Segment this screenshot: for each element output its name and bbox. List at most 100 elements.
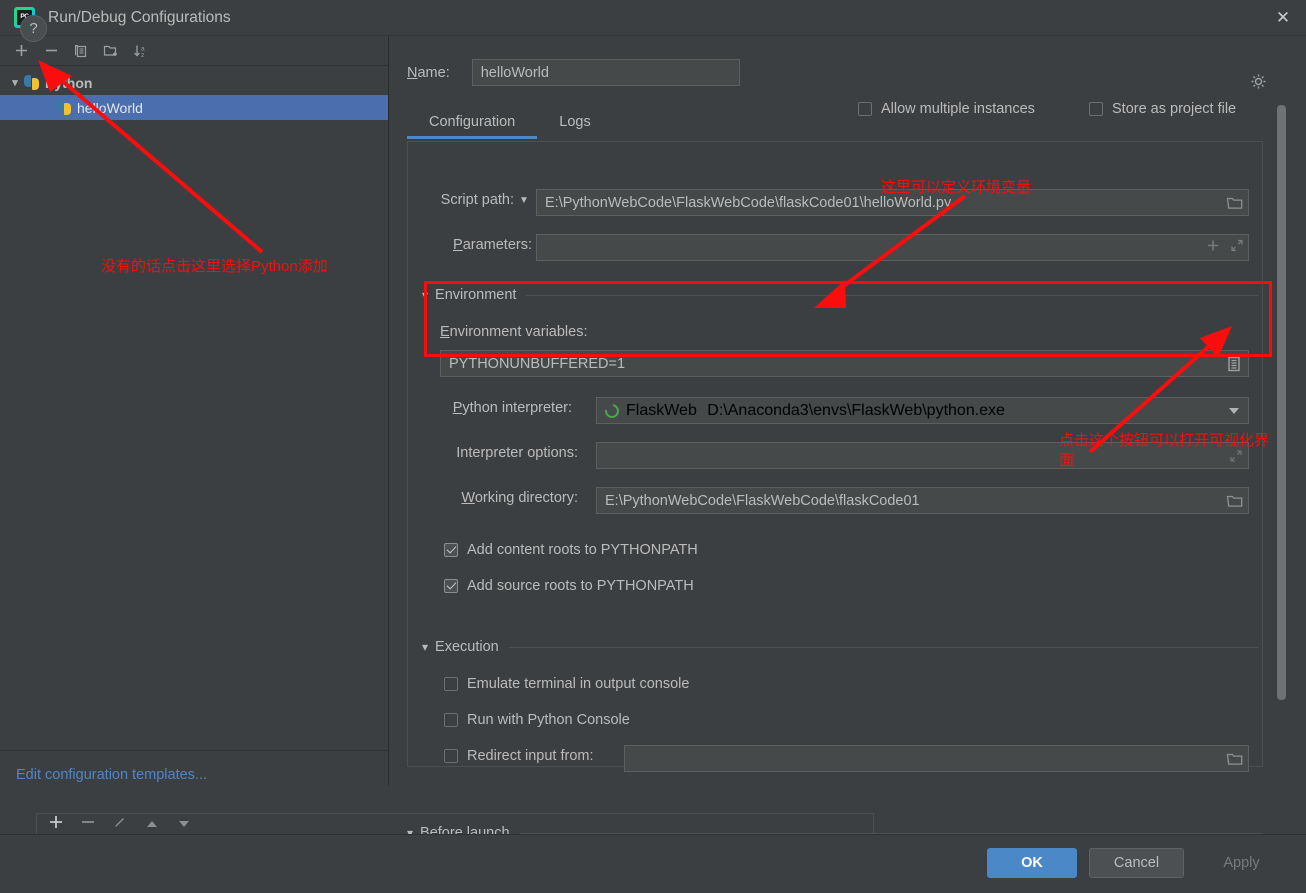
tree-group-label: Python	[45, 74, 93, 91]
checkbox-box	[444, 749, 458, 763]
add-content-roots-checkbox[interactable]: Add content roots to PYTHONPATH	[444, 542, 698, 558]
emulate-terminal-label: Emulate terminal in output console	[467, 676, 690, 692]
before-launch-edit-button[interactable]	[113, 815, 127, 834]
parameters-field[interactable]	[536, 234, 1249, 261]
execution-section-header[interactable]: ▾ Execution	[422, 639, 1258, 655]
checkbox-box	[444, 713, 458, 727]
cancel-button[interactable]: Cancel	[1089, 848, 1184, 878]
before-launch-remove-button[interactable]	[81, 815, 95, 834]
name-input[interactable]	[471, 59, 740, 86]
sort-configurations-button[interactable]: a z	[126, 38, 156, 64]
redirect-input-field[interactable]	[624, 745, 1249, 772]
remove-configuration-button[interactable]	[36, 38, 66, 64]
environment-section-header[interactable]: ▾ Environment	[422, 287, 1258, 303]
edit-templates-row: Edit configuration templates...	[0, 750, 389, 798]
parameters-row: Parameters:	[422, 237, 532, 253]
add-content-roots-label: Add content roots to PYTHONPATH	[467, 542, 698, 558]
before-launch-toolbar	[36, 813, 874, 835]
help-button[interactable]: ?	[20, 15, 47, 42]
window-title: Run/Debug Configurations	[48, 8, 231, 26]
tree-item-label: helloWorld	[77, 99, 143, 116]
python-interpreter-path: D:\Anaconda3\envs\FlaskWeb\python.exe	[707, 401, 1005, 419]
environment-section-label: Environment	[435, 287, 517, 303]
checkbox-box	[444, 543, 458, 557]
configurations-sidebar: a z ▾ Python helloWorld	[0, 36, 389, 786]
close-icon[interactable]: ✕	[1260, 0, 1306, 36]
folder-icon[interactable]	[1226, 751, 1243, 766]
parameters-icons	[1206, 238, 1244, 257]
add-source-roots-label: Add source roots to PYTHONPATH	[467, 578, 694, 594]
working-directory-value: E:\PythonWebCode\FlaskWebCode\flaskCode0…	[605, 492, 920, 509]
working-directory-field[interactable]: E:\PythonWebCode\FlaskWebCode\flaskCode0…	[596, 487, 1249, 514]
expand-icon[interactable]	[1230, 238, 1244, 257]
environment-variables-field[interactable]: PYTHONUNBUFFERED=1	[440, 350, 1249, 377]
redirect-input-label: Redirect input from:	[467, 748, 594, 764]
new-folder-button[interactable]	[96, 38, 126, 64]
python-icon	[24, 75, 39, 90]
editor-tabs: Configuration Logs	[407, 108, 1287, 139]
environment-variables-value: PYTHONUNBUFFERED=1	[449, 355, 626, 372]
vertical-scrollbar[interactable]	[1277, 105, 1286, 700]
tab-configuration[interactable]: Configuration	[407, 108, 538, 139]
tab-label: Logs	[559, 114, 591, 130]
run-with-python-console-checkbox[interactable]: Run with Python Console	[444, 712, 630, 728]
environment-variables-label-row: Environment variables:	[440, 324, 588, 340]
configurations-tree: ▾ Python helloWorld	[0, 66, 388, 120]
tree-item-helloworld[interactable]: helloWorld	[0, 95, 388, 120]
python-interpreter-dropdown[interactable]: FlaskWeb D:\Anaconda3\envs\FlaskWeb\pyth…	[596, 397, 1249, 424]
python-interpreter-label: Python interpreter:	[452, 400, 572, 416]
section-divider	[508, 646, 1258, 648]
checkbox-box	[444, 677, 458, 691]
python-interpreter-value: FlaskWeb D:\Anaconda3\envs\FlaskWeb\pyth…	[626, 402, 1005, 420]
emulate-terminal-checkbox[interactable]: Emulate terminal in output console	[444, 676, 689, 692]
redirect-input-checkbox[interactable]: Redirect input from:	[444, 748, 594, 764]
chevron-down-icon: ▾	[422, 640, 429, 654]
name-label: Name:	[407, 64, 450, 81]
script-path-dropdown-icon[interactable]: ▼	[519, 195, 529, 206]
tab-label: Configuration	[429, 114, 516, 130]
chevron-down-icon	[1229, 407, 1239, 414]
ok-button[interactable]: OK	[987, 848, 1077, 878]
run-with-python-console-label: Run with Python Console	[467, 712, 630, 728]
section-divider	[526, 294, 1258, 296]
add-source-roots-checkbox[interactable]: Add source roots to PYTHONPATH	[444, 578, 694, 594]
copy-configuration-button[interactable]	[66, 38, 96, 64]
parameters-label: Parameters:	[453, 237, 532, 253]
checkbox-box	[444, 579, 458, 593]
gear-icon[interactable]	[1250, 73, 1268, 91]
before-launch-move-up-button[interactable]	[145, 816, 159, 834]
python-interpreter-row: Python interpreter:	[422, 400, 572, 416]
working-directory-row: Working directory:	[422, 490, 578, 506]
environment-variables-label: Environment variables:	[440, 324, 588, 340]
python-icon	[56, 100, 71, 115]
title-bar: PC Run/Debug Configurations ✕	[0, 0, 1306, 36]
edit-configuration-templates-link[interactable]: Edit configuration templates...	[16, 767, 207, 783]
tab-logs[interactable]: Logs	[537, 108, 612, 139]
chevron-down-icon: ▾	[12, 77, 18, 89]
before-launch-add-button[interactable]	[49, 815, 63, 834]
run-debug-configurations-dialog: PC Run/Debug Configurations ✕	[0, 0, 1306, 893]
svg-text:z: z	[141, 52, 144, 59]
script-path-label: Script path:	[440, 192, 514, 208]
plus-icon[interactable]	[1206, 238, 1220, 257]
name-row: Name:	[407, 59, 740, 86]
interpreter-options-field[interactable]	[596, 442, 1249, 469]
tree-group-python[interactable]: ▾ Python	[0, 70, 388, 95]
folder-icon[interactable]	[1226, 493, 1243, 508]
before-launch-move-down-button[interactable]	[177, 816, 191, 834]
chevron-down-icon: ▾	[422, 288, 429, 302]
folder-icon[interactable]	[1226, 195, 1243, 210]
conda-env-icon	[602, 400, 622, 421]
list-edit-icon[interactable]	[1225, 355, 1243, 373]
configuration-form: Script path: ▼ E:\PythonWebCode\FlaskWeb…	[407, 142, 1263, 772]
script-path-row: Script path: ▼	[422, 192, 529, 208]
working-directory-label: Working directory:	[461, 490, 578, 506]
expand-icon[interactable]	[1229, 449, 1243, 463]
configuration-editor-panel: Name: Allow multiple instances Store as …	[389, 36, 1306, 841]
script-path-value: E:\PythonWebCode\FlaskWebCode\flaskCode0…	[545, 194, 952, 211]
sidebar-toolbar: a z	[0, 36, 388, 66]
interpreter-options-row: Interpreter options:	[422, 445, 578, 461]
apply-button[interactable]: Apply	[1194, 848, 1289, 878]
python-interpreter-name: FlaskWeb	[626, 401, 697, 419]
script-path-field[interactable]: E:\PythonWebCode\FlaskWebCode\flaskCode0…	[536, 189, 1249, 216]
